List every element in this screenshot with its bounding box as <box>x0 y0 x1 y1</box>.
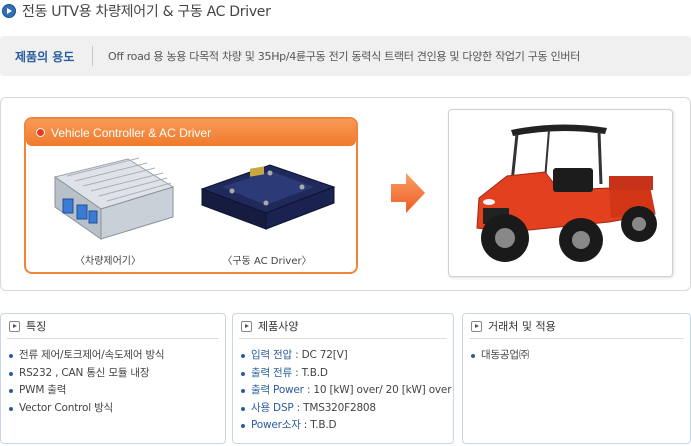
ac-driver-product: 〈구동 AC Driver〉 <box>192 147 342 272</box>
list-item: RS232 , CAN 통신 모듈 내장 <box>9 365 225 383</box>
usage-bar: 제품의 용도 Off road 용 농용 다목적 차량 및 35Hp/4륜구동 … <box>0 36 691 76</box>
spec-item: Power소자 : T.B.D <box>241 417 453 435</box>
play-box-icon <box>241 320 252 332</box>
clients-list: 대동공업㈜ <box>463 339 690 365</box>
spec-value: : T.B.D <box>300 419 337 431</box>
clients-title: 거래처 및 적용 <box>488 320 556 333</box>
title-bullet-icon <box>2 4 16 18</box>
page-title-row: 전동 UTV용 차량제어기 & 구동 AC Driver <box>2 0 271 22</box>
utv-vehicle-panel <box>448 109 673 277</box>
list-item: 전류 제어/토크제어/속도제어 방식 <box>9 347 225 365</box>
page-title: 전동 UTV용 차량제어기 & 구동 AC Driver <box>22 4 271 20</box>
red-dot-icon <box>36 128 45 137</box>
play-box-icon <box>471 320 482 332</box>
features-title: 특징 <box>26 320 47 333</box>
right-arrow-icon <box>391 173 425 213</box>
clients-panel: 거래처 및 적용 대동공업㈜ <box>462 313 691 444</box>
specs-list: 입력 전압 : DC 72[V] 출력 전류 : T.B.D 출력 Power … <box>233 339 453 435</box>
play-box-icon <box>9 320 20 332</box>
utv-vehicle-image <box>476 124 657 262</box>
spec-key: 입력 전압 : <box>251 349 299 361</box>
usage-divider <box>92 46 93 66</box>
specs-title: 제품사양 <box>258 320 299 333</box>
spec-item: 출력 전류 : T.B.D <box>241 365 453 383</box>
spec-value: 10 [kW] over/ 20 [kW] over <box>310 384 452 396</box>
list-item: 대동공업㈜ <box>471 347 690 365</box>
product-box: Vehicle Controller & AC Driver 〈차량제어기〉 〈… <box>24 117 358 274</box>
vehicle-controller-product: 〈차량제어기〉 <box>33 147 183 272</box>
spec-item: 출력 Power : 10 [kW] over/ 20 [kW] over <box>241 382 453 400</box>
features-header: 특징 <box>7 314 219 339</box>
spec-item: 사용 DSP : TMS320F2808 <box>241 400 453 418</box>
product-box-title: Vehicle Controller & AC Driver <box>51 125 212 140</box>
clients-header: 거래처 및 적용 <box>469 314 684 339</box>
ac-driver-caption: 〈구동 AC Driver〉 <box>222 256 312 267</box>
spec-key: 출력 Power : <box>251 384 311 396</box>
usage-text: Off road 용 농용 다목적 차량 및 35Hp/4륜구동 전기 동력식 … <box>108 50 581 63</box>
product-box-header: Vehicle Controller & AC Driver <box>26 119 356 146</box>
list-item: Vector Control 방식 <box>9 400 225 418</box>
list-item: PWM 출력 <box>9 382 225 400</box>
product-showcase: Vehicle Controller & AC Driver 〈차량제어기〉 〈… <box>0 97 691 291</box>
features-list: 전류 제어/토크제어/속도제어 방식 RS232 , CAN 통신 모듈 내장 … <box>1 339 225 417</box>
spec-value: DC 72[V] <box>298 349 348 361</box>
usage-label: 제품의 용도 <box>15 49 75 64</box>
specs-panel: 제품사양 입력 전압 : DC 72[V] 출력 전류 : T.B.D 출력 P… <box>232 313 454 444</box>
spec-key: 사용 DSP : <box>251 401 301 414</box>
ac-driver-image <box>200 164 336 230</box>
vehicle-controller-image <box>53 157 175 240</box>
spec-item: 입력 전압 : DC 72[V] <box>241 347 453 365</box>
spec-value: T.B.D <box>298 366 328 379</box>
features-panel: 특징 전류 제어/토크제어/속도제어 방식 RS232 , CAN 통신 모듈 … <box>0 313 226 444</box>
spec-key: 출력 전류 : <box>251 366 299 379</box>
specs-header: 제품사양 <box>239 314 447 339</box>
vehicle-controller-caption: 〈차량제어기〉 <box>75 256 141 267</box>
spec-key: Power소자 <box>251 419 301 431</box>
spec-value: TMS320F2808 <box>300 401 376 414</box>
